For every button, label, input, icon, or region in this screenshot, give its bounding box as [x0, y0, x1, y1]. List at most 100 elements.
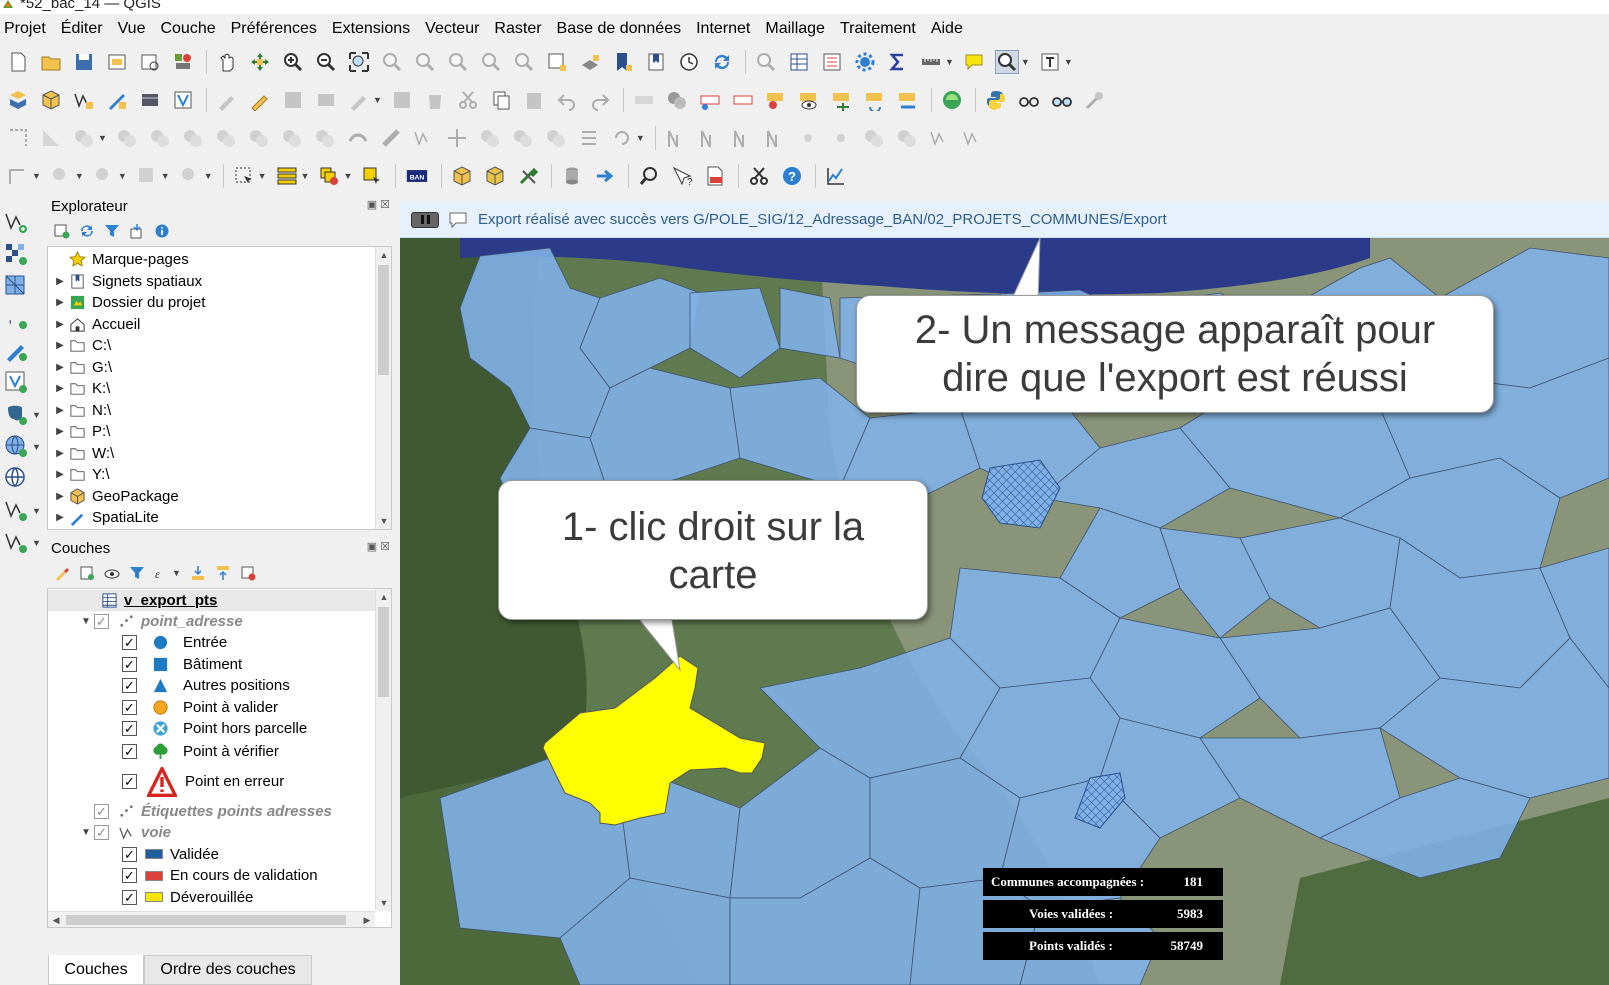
plugin-tool-icon[interactable] [1083, 88, 1107, 112]
new-project-icon[interactable] [6, 50, 30, 74]
glasses-blue-icon[interactable] [1050, 88, 1074, 112]
help-icon[interactable]: ? [780, 164, 804, 188]
copy-features-icon[interactable] [489, 88, 513, 112]
explorer-panel-buttons[interactable]: ▣ ☒ [367, 198, 390, 211]
open-layer-styling-icon[interactable] [53, 564, 71, 582]
profile-tool-icon[interactable] [824, 164, 848, 188]
digitizing-dropdown-1-icon[interactable]: ▼ [98, 133, 107, 143]
expand-all-icon[interactable] [189, 564, 207, 582]
zoom-full-icon[interactable] [347, 50, 371, 74]
explorer-item[interactable]: ▶ C:\ [54, 335, 111, 356]
snapping-tool-4-icon[interactable] [135, 164, 159, 188]
expand-arrow-icon[interactable]: ▶ [54, 448, 66, 459]
select-by-value-icon[interactable] [275, 164, 299, 188]
zoom-tool-active-icon[interactable] [994, 50, 1019, 74]
digitizing-tool-26-icon[interactable] [862, 126, 886, 150]
tab-couches[interactable]: Couches [48, 955, 144, 985]
collapse-all-layers-icon[interactable] [214, 564, 232, 582]
legend-class-checkbox[interactable]: ✓ [122, 721, 137, 736]
legend-class-row[interactable]: ✓ Point en erreur [122, 766, 284, 797]
collapse-arrow-icon[interactable]: ▼ [80, 616, 92, 627]
explorer-item[interactable]: ▶ K:\ [54, 378, 110, 399]
digitizing-tool-5-icon[interactable] [148, 126, 172, 150]
add-group-icon[interactable] [78, 564, 96, 582]
menu-traitement[interactable]: Traitement [840, 20, 916, 38]
select-features-icon[interactable] [232, 164, 256, 188]
pan-map-icon[interactable] [215, 50, 239, 74]
legend-class-row[interactable]: ✓ Bâtiment [122, 654, 242, 675]
digitizing-tool-27-icon[interactable] [895, 126, 919, 150]
pin-unpin-labels-icon[interactable] [764, 88, 788, 112]
add-virtual-layer-icon[interactable] [2, 368, 30, 396]
add-wms-layer-icon[interactable] [2, 432, 30, 460]
style-manager-icon[interactable] [171, 50, 195, 74]
digitizing-tool-22-icon[interactable] [730, 126, 754, 150]
layer-group-point-adresse[interactable]: ▼ ✓ point_adresse [80, 611, 243, 632]
toggle-editing-icon[interactable] [248, 88, 272, 112]
snapping-dropdown-5-icon[interactable]: ▼ [204, 171, 213, 181]
current-edits-icon[interactable] [215, 88, 239, 112]
collapse-all-icon[interactable] [128, 222, 146, 240]
layer-diagram-icon[interactable] [698, 88, 722, 112]
remove-layer-icon[interactable] [239, 564, 257, 582]
tab-ordre-des-couches[interactable]: Ordre des couches [144, 955, 312, 985]
new-print-layout-icon[interactable] [105, 50, 129, 74]
filter-legend-icon[interactable] [128, 564, 146, 582]
explorer-item[interactable]: ▶ N:\ [54, 400, 111, 421]
menu-vue[interactable]: Vue [118, 20, 146, 38]
undo-icon[interactable] [555, 88, 579, 112]
snapping-dropdown-2-icon[interactable]: ▼ [75, 171, 84, 181]
snapping-tool-1-icon[interactable] [6, 164, 30, 188]
refresh-icon[interactable] [710, 50, 734, 74]
save-edits-icon[interactable] [281, 88, 305, 112]
layer-visibility-checkbox[interactable]: ✓ [94, 614, 109, 629]
layers-hscroll-thumb[interactable] [66, 915, 346, 925]
expand-arrow-icon[interactable]: ▶ [54, 383, 66, 394]
data-source-manager-icon[interactable] [6, 88, 30, 112]
expand-arrow-icon[interactable]: ▶ [54, 276, 66, 287]
field-calculator-icon[interactable] [820, 50, 844, 74]
delete-selected-icon[interactable] [423, 88, 447, 112]
deselect-dropdown-icon[interactable]: ▼ [343, 171, 352, 181]
open-project-icon[interactable] [39, 50, 63, 74]
explorer-item[interactable]: ▶ W:\ [54, 443, 114, 464]
new-map-view-icon[interactable] [545, 50, 569, 74]
add-spatialite-layer-icon[interactable] [2, 336, 30, 364]
glasses-icon[interactable] [1017, 88, 1041, 112]
vertex-tool-icon[interactable] [347, 88, 371, 112]
digitizing-tool-2-icon[interactable] [39, 126, 63, 150]
explorer-item[interactable]: ▶ SpatiaLite [54, 507, 159, 528]
new-vector-2-dropdown-icon[interactable]: ▼ [32, 538, 41, 548]
pan-to-selection-icon[interactable] [248, 50, 272, 74]
new-3d-map-view-icon[interactable] [578, 50, 602, 74]
tools-hammer-icon[interactable] [516, 164, 540, 188]
layout-manager-icon[interactable] [138, 50, 162, 74]
digitizing-tool-14-icon[interactable] [445, 126, 469, 150]
scissors-icon[interactable] [747, 164, 771, 188]
layers-scroll-right-icon[interactable]: ▶ [359, 912, 375, 927]
digitizing-tool-12-icon[interactable] [379, 126, 403, 150]
digitizing-tool-1-icon[interactable] [6, 126, 30, 150]
search-icon[interactable] [637, 164, 661, 188]
legend-class-checkbox[interactable]: ✓ [122, 868, 137, 883]
statistical-summary-icon[interactable] [886, 50, 910, 74]
add-vector-layer-icon[interactable] [2, 208, 30, 236]
digitizing-tool-10-icon[interactable] [313, 126, 337, 150]
legend-class-row[interactable]: ✓ Point hors parcelle [122, 718, 307, 739]
text-annotation-icon[interactable] [1038, 50, 1062, 74]
scroll-down-arrow-icon[interactable]: ▼ [376, 513, 391, 529]
digitizing-tool-9-icon[interactable] [280, 126, 304, 150]
whats-this-icon[interactable]: ? [670, 164, 694, 188]
new-vector-layer-icon[interactable] [2, 496, 30, 524]
zoom-layer-icon[interactable] [413, 50, 437, 74]
legend-class-row[interactable]: ✓ Déverouillée [122, 887, 253, 908]
snapping-tool-2-icon[interactable] [49, 164, 73, 188]
digitizing-tool-7-icon[interactable] [214, 126, 238, 150]
annotation-dropdown-icon[interactable]: ▼ [1064, 57, 1073, 67]
menu-couche[interactable]: Couche [160, 20, 215, 38]
digitizing-tool-20-icon[interactable] [664, 126, 688, 150]
menu-editer[interactable]: Éditer [61, 20, 103, 38]
scroll-thumb[interactable] [378, 265, 389, 375]
filter-by-expression-icon[interactable]: ε [153, 564, 171, 582]
paste-features-icon[interactable] [522, 88, 546, 112]
